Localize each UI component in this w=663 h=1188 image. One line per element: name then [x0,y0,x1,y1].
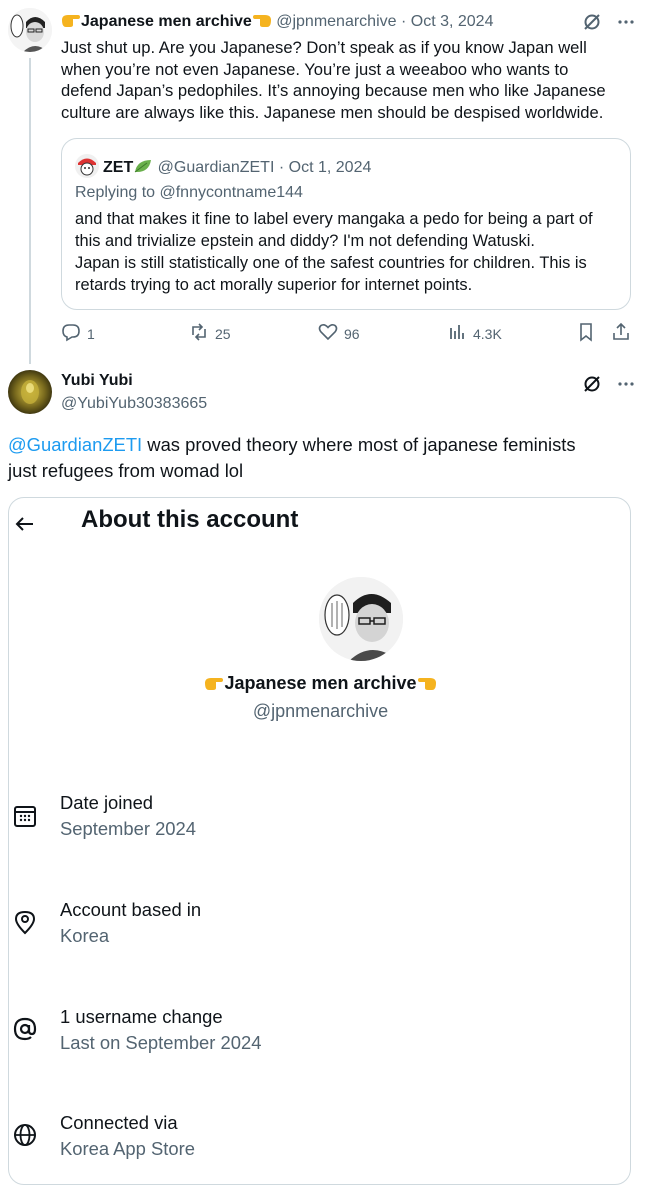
back-arrow-icon[interactable] [13,512,37,536]
tweet-text-line: Just shut up. Are you Japanese? Don’t sp… [61,38,587,57]
analytics-icon [447,322,467,345]
tweet-text-line: defend Japan’s pedophiles. It’s annoying… [61,81,606,101]
reply-count: 1 [87,325,95,342]
page-title: About this account [81,506,299,533]
separator: · [278,159,285,176]
avatar[interactable] [8,370,52,414]
repost-count: 25 [215,325,231,342]
view-count: 4.3K [473,325,502,342]
row-value: Korea [60,925,110,946]
views-button[interactable]: 4.3K [447,322,502,345]
quote-header: ZET @GuardianZETI · Oct 1, 2024 [75,154,371,178]
quoted-tweet[interactable]: ZET @GuardianZETI · Oct 1, 2024 Replying… [61,138,631,310]
heart-icon [318,322,338,345]
profile-avatar [319,577,403,661]
tweet-header: Japanese men archive @jpnmenarchive · Oc… [61,12,493,31]
row-title: Account based in [60,899,202,920]
tweet-text: Just shut up. Are you Japanese? Don’t sp… [61,37,631,123]
pointing-hand-icon [252,12,272,28]
grok-icon[interactable] [582,374,602,399]
repost-button[interactable]: 25 [189,322,231,345]
quote-avatar [75,154,99,178]
about-account-card: About this account Japanese men archive … [8,497,631,1185]
quote-handle: @GuardianZETI [157,159,275,176]
at-sign-icon [12,1016,38,1042]
tweet-text: @GuardianZETI was proved theory where mo… [8,432,628,484]
row-value: September 2024 [60,818,196,839]
tweet-text-line: @GuardianZETI was proved theory where mo… [8,432,628,458]
tweet-top-actions [582,12,636,37]
bookmark-button[interactable] [576,322,596,345]
profile-display-name: Japanese men archive [9,673,630,694]
display-name[interactable]: Yubi Yubi [61,372,133,390]
pointing-hand-icon [61,12,81,28]
bookmark-icon [576,322,596,345]
share-button[interactable] [611,322,631,345]
like-count: 96 [344,325,360,342]
replying-to: Replying to @fnnycontname144 [75,184,303,201]
quote-text-line: Japan is still statistically one of the … [75,254,587,272]
quote-text-line: this and trivialize epstein and diddy? I… [75,232,535,250]
pointing-hand-icon [204,675,224,691]
timestamp[interactable]: Oct 3, 2024 [411,13,494,30]
quote-text-line: and that makes it fine to label every ma… [75,210,593,228]
tweet-action-bar: 1 25 96 4.3K [61,322,631,348]
globe-icon [12,1122,38,1148]
display-name[interactable]: Japanese men archive [81,13,252,30]
pointing-hand-icon [417,675,437,691]
more-icon[interactable] [616,12,636,37]
tweet-text-line: when you’re not even Japanese. You’re ju… [61,59,569,79]
row-value: Korea App Store [60,1138,195,1159]
tweet-text-fragment: was proved theory where most of japanese… [142,434,576,455]
share-icon [611,322,631,345]
calendar-icon [12,803,38,829]
separator: · [400,13,407,30]
leaf-icon [133,158,153,174]
row-value: Last on September 2024 [60,1032,262,1053]
tweet-text-line: culture are always like this. Japanese m… [61,102,604,122]
row-title: Connected via [60,1112,178,1133]
profile-name-text: Japanese men archive [224,673,417,693]
row-title: 1 username change [60,1006,223,1027]
like-button[interactable]: 96 [318,322,360,345]
tweet-text-line: just refugees from womad lol [8,460,244,481]
thread-line [29,58,31,364]
quote-text: and that makes it fine to label every ma… [75,208,620,296]
mention-link[interactable]: @GuardianZETI [8,434,142,455]
quote-display-name[interactable]: ZET [103,159,133,176]
avatar[interactable] [8,8,52,52]
handle[interactable]: @jpnmenarchive [276,13,396,30]
location-pin-icon [12,909,38,935]
reply-button[interactable]: 1 [61,322,95,345]
profile-handle: @jpnmenarchive [252,701,389,721]
reply-icon [61,322,81,345]
quote-timestamp: Oct 1, 2024 [288,159,372,176]
row-title: Date joined [60,792,154,813]
repost-icon [189,322,209,345]
grok-icon[interactable] [582,12,602,37]
more-icon[interactable] [616,374,636,399]
handle[interactable]: @YubiYub30383665 [61,395,207,413]
tweet-top-actions [582,374,636,399]
quote-text-line: retards trying to act morally superior f… [75,276,473,294]
